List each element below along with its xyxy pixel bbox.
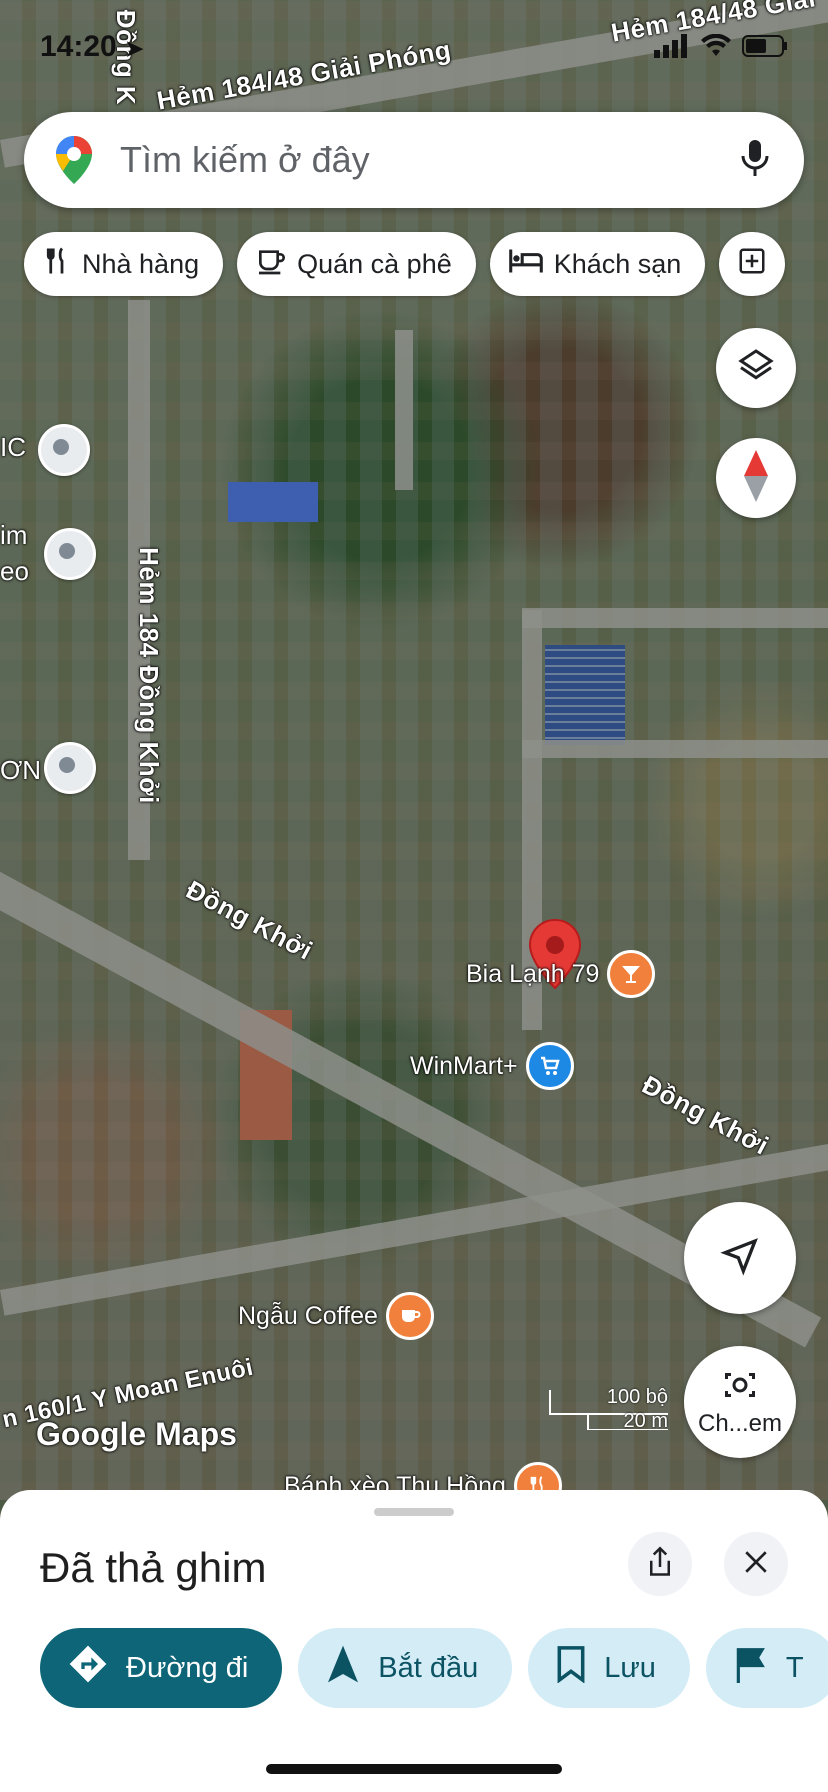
street-view-button[interactable]: Ch...em bbox=[684, 1346, 796, 1458]
scale-feet: 100 bộ bbox=[606, 1386, 668, 1408]
poi-label: WinMart+ bbox=[410, 1051, 518, 1080]
poi-ngau-coffee[interactable]: Ngẫu Coffee bbox=[238, 1292, 434, 1340]
google-maps-pin-icon bbox=[54, 134, 94, 186]
share-icon bbox=[645, 1545, 675, 1584]
place-pin[interactable] bbox=[38, 424, 90, 476]
action-label: Lưu bbox=[604, 1651, 656, 1684]
compass-button[interactable] bbox=[716, 438, 796, 518]
layers-button[interactable] bbox=[716, 328, 796, 408]
directions-button[interactable]: Đường đi bbox=[40, 1628, 283, 1708]
poi-label: Ngẫu Coffee bbox=[238, 1301, 378, 1330]
poi-bia-lanh[interactable]: Bia Lạnh 79 bbox=[466, 950, 656, 998]
road-horizontal-mid bbox=[522, 608, 828, 628]
google-maps-logo: Google Maps bbox=[36, 1416, 237, 1452]
label-button[interactable]: T bbox=[705, 1628, 828, 1708]
status-icons bbox=[654, 33, 788, 63]
poi-label: Bia Lạnh 79 bbox=[466, 959, 600, 988]
cocktail-icon bbox=[607, 950, 656, 998]
action-label: Bắt đầu bbox=[378, 1651, 479, 1684]
poi-winmart[interactable]: WinMart+ bbox=[410, 1042, 574, 1090]
add-box-icon bbox=[737, 246, 767, 283]
shopping-cart-icon bbox=[525, 1042, 574, 1090]
place-label-im: im bbox=[0, 520, 28, 550]
rooftops-solar bbox=[545, 645, 625, 745]
place-pin[interactable] bbox=[44, 528, 96, 580]
action-label: Đường đi bbox=[126, 1651, 249, 1684]
rooftops-blue bbox=[228, 482, 318, 522]
camera-scan-icon bbox=[722, 1367, 758, 1408]
start-button[interactable]: Bắt đầu bbox=[298, 1628, 513, 1708]
status-time-text: 14:20 bbox=[40, 30, 117, 63]
battery-icon bbox=[742, 34, 788, 63]
place-pin[interactable] bbox=[44, 742, 96, 794]
close-icon bbox=[743, 1549, 769, 1580]
layers-icon bbox=[736, 346, 776, 391]
sheet-actions: Đường đi Bắt đầu Lưu T bbox=[40, 1628, 828, 1708]
coffee-cup-icon bbox=[255, 245, 287, 284]
street-view-label: Ch...em bbox=[697, 1409, 783, 1437]
signal-icon bbox=[654, 34, 690, 63]
wifi-icon bbox=[700, 33, 732, 63]
flag-icon bbox=[734, 1645, 768, 1691]
map-scale: 100 bộ 20 m bbox=[548, 1386, 668, 1432]
home-indicator bbox=[266, 1764, 562, 1774]
share-button[interactable] bbox=[628, 1532, 692, 1596]
save-button[interactable]: Lưu bbox=[528, 1628, 690, 1708]
chip-hotels[interactable]: Khách sạn bbox=[489, 232, 706, 296]
road-top-spur bbox=[395, 330, 413, 490]
place-label-eo: eo bbox=[0, 556, 29, 586]
place-sheet: Đã thả ghim Đường đi Bắt đầu Lưu T bbox=[0, 1490, 828, 1792]
close-button[interactable] bbox=[724, 1532, 788, 1596]
scale-meters: 20 m bbox=[623, 1410, 668, 1432]
place-label-ic: IC bbox=[0, 432, 26, 462]
coffee-cup-icon bbox=[385, 1292, 434, 1340]
chip-label: Khách sạn bbox=[553, 248, 682, 279]
search-input[interactable]: Tìm kiếm ở đây bbox=[120, 139, 740, 181]
chip-label: Quán cà phê bbox=[297, 248, 452, 279]
action-label: T bbox=[785, 1651, 804, 1684]
road-horizontal-mid2 bbox=[522, 740, 828, 758]
chip-restaurants[interactable]: Nhà hàng bbox=[24, 232, 224, 296]
fork-knife-icon bbox=[42, 245, 72, 284]
sheet-title: Đã thả ghim bbox=[40, 1544, 267, 1591]
place-label-on: ƠN bbox=[0, 755, 42, 785]
my-location-button[interactable] bbox=[684, 1202, 796, 1314]
bookmark-icon bbox=[556, 1645, 586, 1691]
navigation-arrow-icon bbox=[720, 1236, 760, 1281]
search-bar[interactable]: Tìm kiếm ở đây bbox=[24, 112, 804, 208]
navigation-icon bbox=[326, 1644, 360, 1692]
chip-cafes[interactable]: Quán cà phê bbox=[237, 232, 476, 296]
category-chips: Nhà hàng Quán cà phê Khách sạn bbox=[24, 232, 786, 296]
chip-label: Nhà hàng bbox=[82, 248, 200, 279]
location-arrow-icon: ➤ bbox=[125, 36, 144, 61]
microphone-icon[interactable] bbox=[740, 138, 770, 183]
street-label-hem-184: Hẻm 184 Đồng Khởi bbox=[133, 547, 164, 804]
status-time: 14:20 ➤ bbox=[40, 30, 144, 64]
sheet-drag-handle[interactable] bbox=[374, 1508, 454, 1516]
bed-icon bbox=[508, 247, 544, 282]
directions-icon bbox=[68, 1644, 108, 1692]
chip-more[interactable] bbox=[719, 232, 786, 296]
compass-icon bbox=[742, 449, 770, 507]
